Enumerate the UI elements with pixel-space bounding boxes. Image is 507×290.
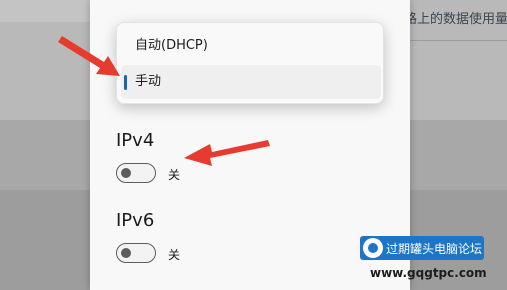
ipv6-heading: IPv6 <box>116 210 155 231</box>
ipv6-toggle[interactable] <box>116 243 156 263</box>
watermark-badge: 过期罐头电脑论坛 <box>360 236 484 260</box>
option-label: 自动(DHCP) <box>135 38 208 53</box>
option-automatic-dhcp[interactable]: 自动(DHCP) <box>121 29 381 63</box>
option-manual[interactable]: 手动 <box>121 65 381 99</box>
background-header-bar <box>0 0 90 22</box>
forum-logo-icon <box>363 238 383 258</box>
background-divider <box>408 40 507 41</box>
option-label: 手动 <box>135 74 162 89</box>
background-data-usage-text: 路上的数据使用量 <box>404 12 507 27</box>
watermark-title: 过期罐头电脑论坛 <box>386 242 483 256</box>
ipv4-toggle-label: 关 <box>168 168 181 182</box>
ipv4-toggle[interactable] <box>116 163 156 183</box>
ipv6-toggle-label: 关 <box>168 248 181 262</box>
toggle-knob <box>121 248 131 258</box>
toggle-knob <box>121 168 131 178</box>
ip-assignment-dropdown[interactable]: 自动(DHCP) 手动 <box>116 22 384 104</box>
watermark-url: www.gqgtpc.com <box>370 266 487 280</box>
ipv4-heading: IPv4 <box>116 130 155 151</box>
selection-indicator <box>124 75 127 90</box>
